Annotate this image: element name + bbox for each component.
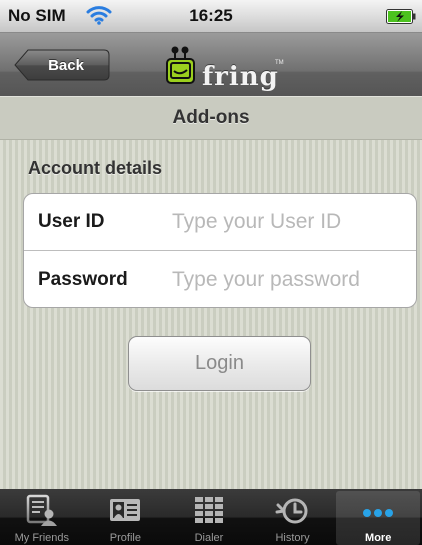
tab-label: Dialer bbox=[194, 532, 224, 544]
fring-logo: fring TM bbox=[166, 46, 286, 90]
page-title: Add-ons bbox=[172, 107, 250, 128]
user-id-label: User ID bbox=[38, 211, 105, 232]
status-time: 16:25 bbox=[189, 6, 233, 25]
fring-mascot-icon bbox=[166, 45, 196, 90]
tab-dialer[interactable]: Dialer bbox=[167, 489, 251, 545]
tab-history[interactable]: History bbox=[251, 489, 335, 545]
login-button[interactable]: Login bbox=[128, 336, 311, 391]
password-input[interactable] bbox=[172, 264, 408, 295]
user-id-input[interactable] bbox=[172, 207, 408, 237]
tab-label: More bbox=[365, 532, 392, 544]
tab-label: My Friends bbox=[14, 532, 69, 544]
password-label: Password bbox=[38, 268, 128, 290]
tab-more[interactable]: More bbox=[336, 491, 420, 545]
back-button-label: Back bbox=[48, 56, 84, 74]
account-form: User ID Password bbox=[23, 193, 417, 308]
more-dots-icon bbox=[358, 495, 398, 536]
page-title-bar: Add-ons bbox=[0, 96, 422, 140]
battery-charging-icon bbox=[386, 9, 416, 24]
tab-profile[interactable]: Profile bbox=[84, 489, 168, 545]
tab-label: Profile bbox=[109, 532, 141, 544]
user-id-row[interactable]: User ID bbox=[24, 194, 416, 251]
content-area: Account details User ID Password Login bbox=[0, 140, 422, 489]
fring-logo-text: fring bbox=[202, 62, 279, 92]
account-details-header: Account details bbox=[28, 158, 163, 178]
status-bar: No SIM 16:25 bbox=[0, 0, 422, 33]
profile-card-icon bbox=[105, 493, 145, 534]
history-clock-icon bbox=[273, 493, 313, 534]
tab-bar: My Friends Profile Dialer History More bbox=[0, 489, 422, 545]
contacts-list-icon bbox=[22, 493, 62, 534]
back-button[interactable]: Back bbox=[14, 49, 110, 81]
login-button-label: Login bbox=[195, 352, 244, 374]
tab-label: History bbox=[275, 532, 310, 544]
tab-my-friends[interactable]: My Friends bbox=[0, 489, 84, 545]
trademark-mark: TM bbox=[275, 60, 284, 66]
keypad-icon bbox=[189, 493, 229, 534]
password-row[interactable]: Password bbox=[24, 251, 416, 308]
